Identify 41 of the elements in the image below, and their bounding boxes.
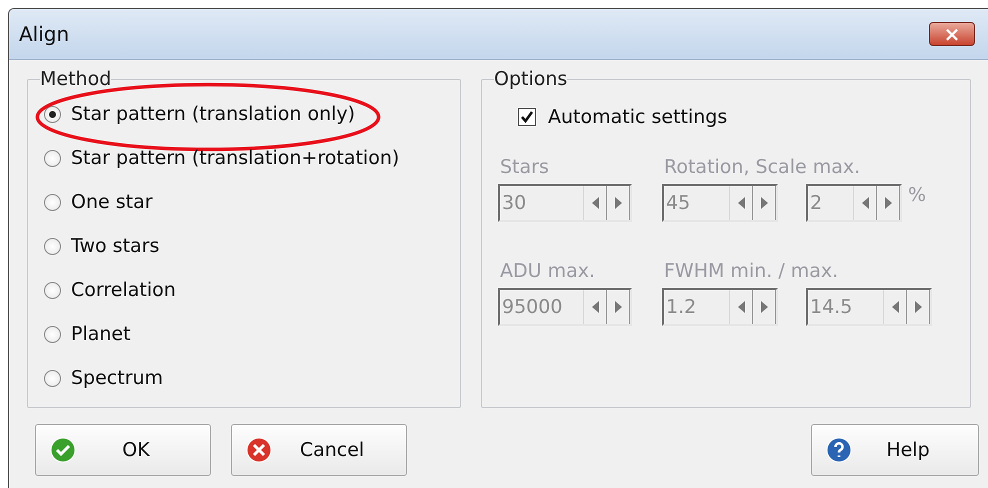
checkbox-label[interactable]: Automatic settings bbox=[548, 106, 728, 128]
right-arrow-icon[interactable] bbox=[914, 301, 922, 313]
left-arrow-icon[interactable] bbox=[592, 197, 598, 209]
field-label: ADU max. bbox=[500, 260, 596, 282]
left-arrow-icon[interactable] bbox=[592, 301, 598, 313]
check-circle-icon bbox=[50, 437, 76, 463]
radio-label[interactable]: Planet bbox=[71, 323, 131, 345]
radio-label[interactable]: Two stars bbox=[71, 235, 160, 257]
right-arrow-icon[interactable] bbox=[614, 197, 622, 209]
radio-label[interactable]: Correlation bbox=[71, 279, 176, 301]
group-title: Method bbox=[40, 68, 112, 90]
radio-label[interactable]: One star bbox=[71, 191, 153, 213]
radio-button[interactable] bbox=[44, 238, 61, 254]
checkbox[interactable] bbox=[518, 108, 536, 126]
right-arrow-icon[interactable] bbox=[884, 197, 892, 209]
left-arrow-icon[interactable] bbox=[892, 301, 898, 313]
ok-button[interactable]: OK bbox=[35, 424, 211, 476]
right-arrow-icon[interactable] bbox=[760, 197, 768, 209]
radio-button[interactable] bbox=[44, 106, 61, 122]
cancel-button[interactable]: Cancel bbox=[231, 424, 407, 476]
radio-label[interactable]: Spectrum bbox=[71, 367, 164, 389]
radio-button[interactable] bbox=[44, 282, 61, 298]
right-arrow-icon[interactable] bbox=[760, 301, 768, 313]
group-title: Options bbox=[494, 68, 568, 90]
cancel-circle-icon bbox=[246, 437, 272, 463]
unit-label: % bbox=[908, 184, 926, 206]
field-label: Rotation, Scale max. bbox=[664, 156, 862, 178]
left-arrow-icon[interactable] bbox=[862, 197, 868, 209]
radio-button[interactable] bbox=[44, 150, 61, 166]
left-arrow-icon[interactable] bbox=[738, 197, 744, 209]
right-arrow-icon[interactable] bbox=[614, 301, 622, 313]
radio-button[interactable] bbox=[44, 370, 61, 386]
field-label: FWHM min. / max. bbox=[664, 260, 840, 282]
left-arrow-icon[interactable] bbox=[738, 301, 744, 313]
radio-button[interactable] bbox=[44, 194, 61, 210]
help-circle-icon bbox=[826, 437, 852, 463]
field-label: Stars bbox=[500, 156, 550, 178]
radio-label[interactable]: Star pattern (translation+rotation) bbox=[71, 147, 400, 169]
radio-button[interactable] bbox=[44, 326, 61, 342]
help-button[interactable]: Help bbox=[811, 424, 979, 476]
window-title: Align bbox=[19, 22, 70, 46]
